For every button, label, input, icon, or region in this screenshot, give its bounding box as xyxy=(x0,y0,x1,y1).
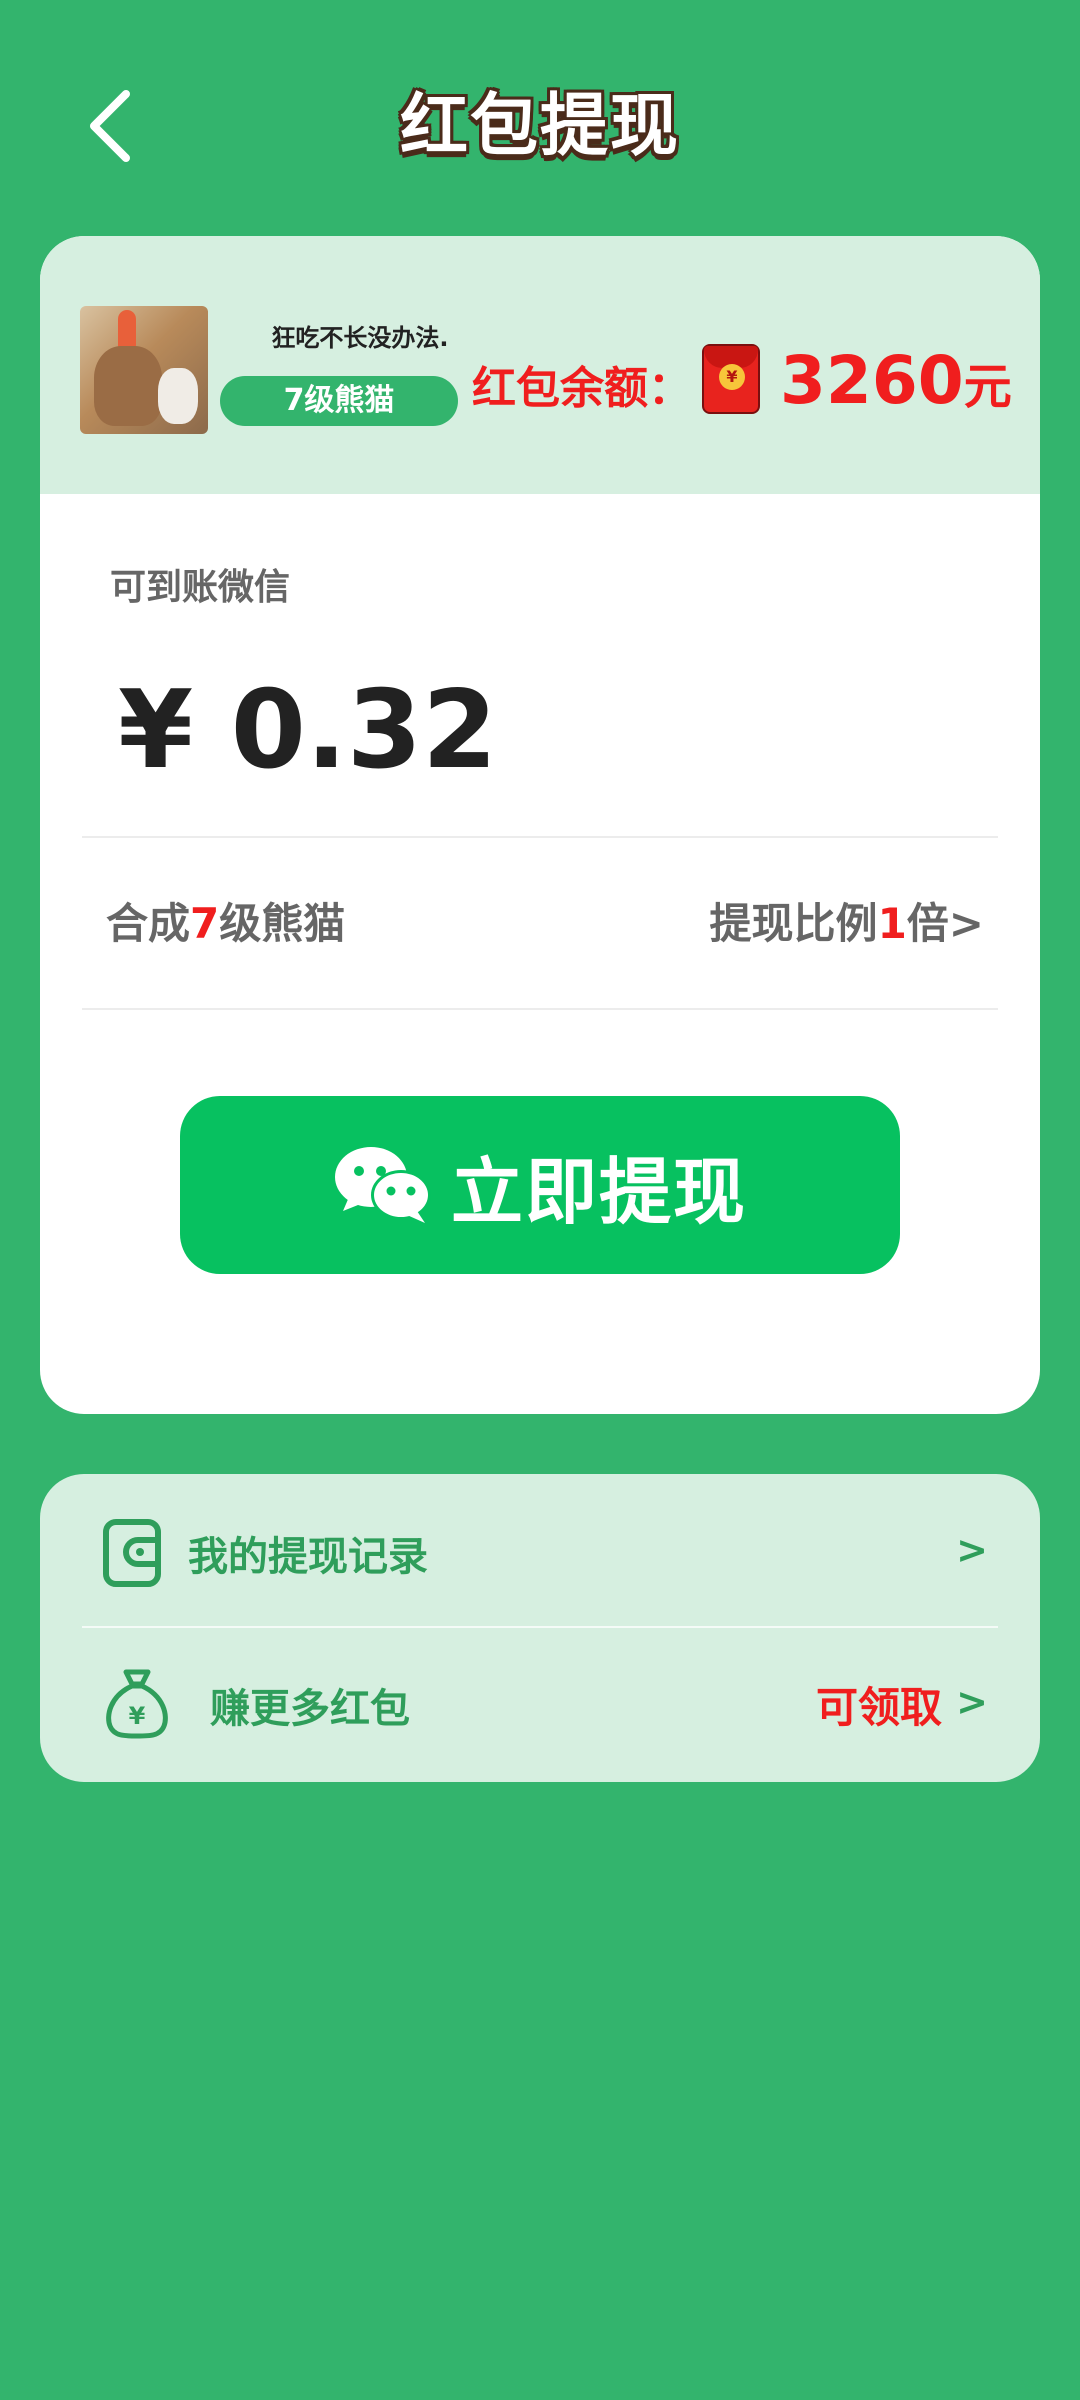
red-packet-icon: ¥ xyxy=(702,344,760,414)
wallet-icon xyxy=(103,1519,161,1587)
withdraw-condition: 合成7级熊猫 xyxy=(106,890,345,951)
balance-value: 3260元 xyxy=(780,342,1012,419)
withdraw-page: 红包提现 狂吃不长没办法. 7级熊猫 红包余额： ¥ 3260元 可到账微信 ¥… xyxy=(0,0,1080,2400)
wechat-icon xyxy=(334,1147,431,1223)
condition-suffix: 级熊猫 xyxy=(219,899,346,948)
withdraw-ratio-link[interactable]: 提现比例1倍> xyxy=(710,890,984,951)
withdraw-card: 狂吃不长没办法. 7级熊猫 红包余额： ¥ 3260元 可到账微信 ¥ 0.32… xyxy=(40,236,1040,1414)
condition-prefix: 合成 xyxy=(106,899,191,948)
nickname: 狂吃不长没办法. xyxy=(271,324,449,352)
profile-bar: 狂吃不长没办法. 7级熊猫 红包余额： ¥ 3260元 xyxy=(40,236,1040,494)
withdraw-amount: ¥ 0.32 xyxy=(118,668,498,793)
balance-amount: 3260 xyxy=(780,342,964,419)
menu-card: 我的提现记录 > ¥ 赚更多红包 可领取 > xyxy=(40,1474,1040,1782)
chevron-right-icon: > xyxy=(956,1680,988,1724)
divider xyxy=(82,1008,998,1010)
condition-level: 7 xyxy=(190,899,220,948)
money-bag-symbol: ¥ xyxy=(129,1702,146,1730)
coin-symbol: ¥ xyxy=(719,364,745,390)
withdraw-now-button[interactable]: 立即提现 xyxy=(180,1096,900,1274)
withdraw-records-row[interactable]: 我的提现记录 > xyxy=(40,1474,1040,1624)
money-bag-icon: ¥ xyxy=(106,1669,168,1739)
claimable-tag: 可领取 xyxy=(815,1683,942,1732)
arrive-label: 可到账微信 xyxy=(110,567,291,608)
earn-more-label: 赚更多红包 xyxy=(210,1686,410,1732)
ratio-prefix: 提现比例 xyxy=(709,899,878,948)
withdraw-records-label: 我的提现记录 xyxy=(188,1534,428,1580)
chevron-right-icon: > xyxy=(956,1528,988,1572)
balance-label: 红包余额： xyxy=(472,363,692,414)
ratio-suffix: 倍> xyxy=(906,899,984,948)
withdraw-now-label: 立即提现 xyxy=(450,1149,747,1234)
earn-more-row[interactable]: ¥ 赚更多红包 可领取 > xyxy=(40,1628,1040,1778)
balance-unit: 元 xyxy=(963,359,1012,415)
avatar xyxy=(80,306,208,434)
ratio-value: 1 xyxy=(877,899,907,948)
divider xyxy=(82,836,998,838)
page-title: 红包提现 xyxy=(399,87,680,166)
level-badge: 7级熊猫 xyxy=(220,376,458,426)
